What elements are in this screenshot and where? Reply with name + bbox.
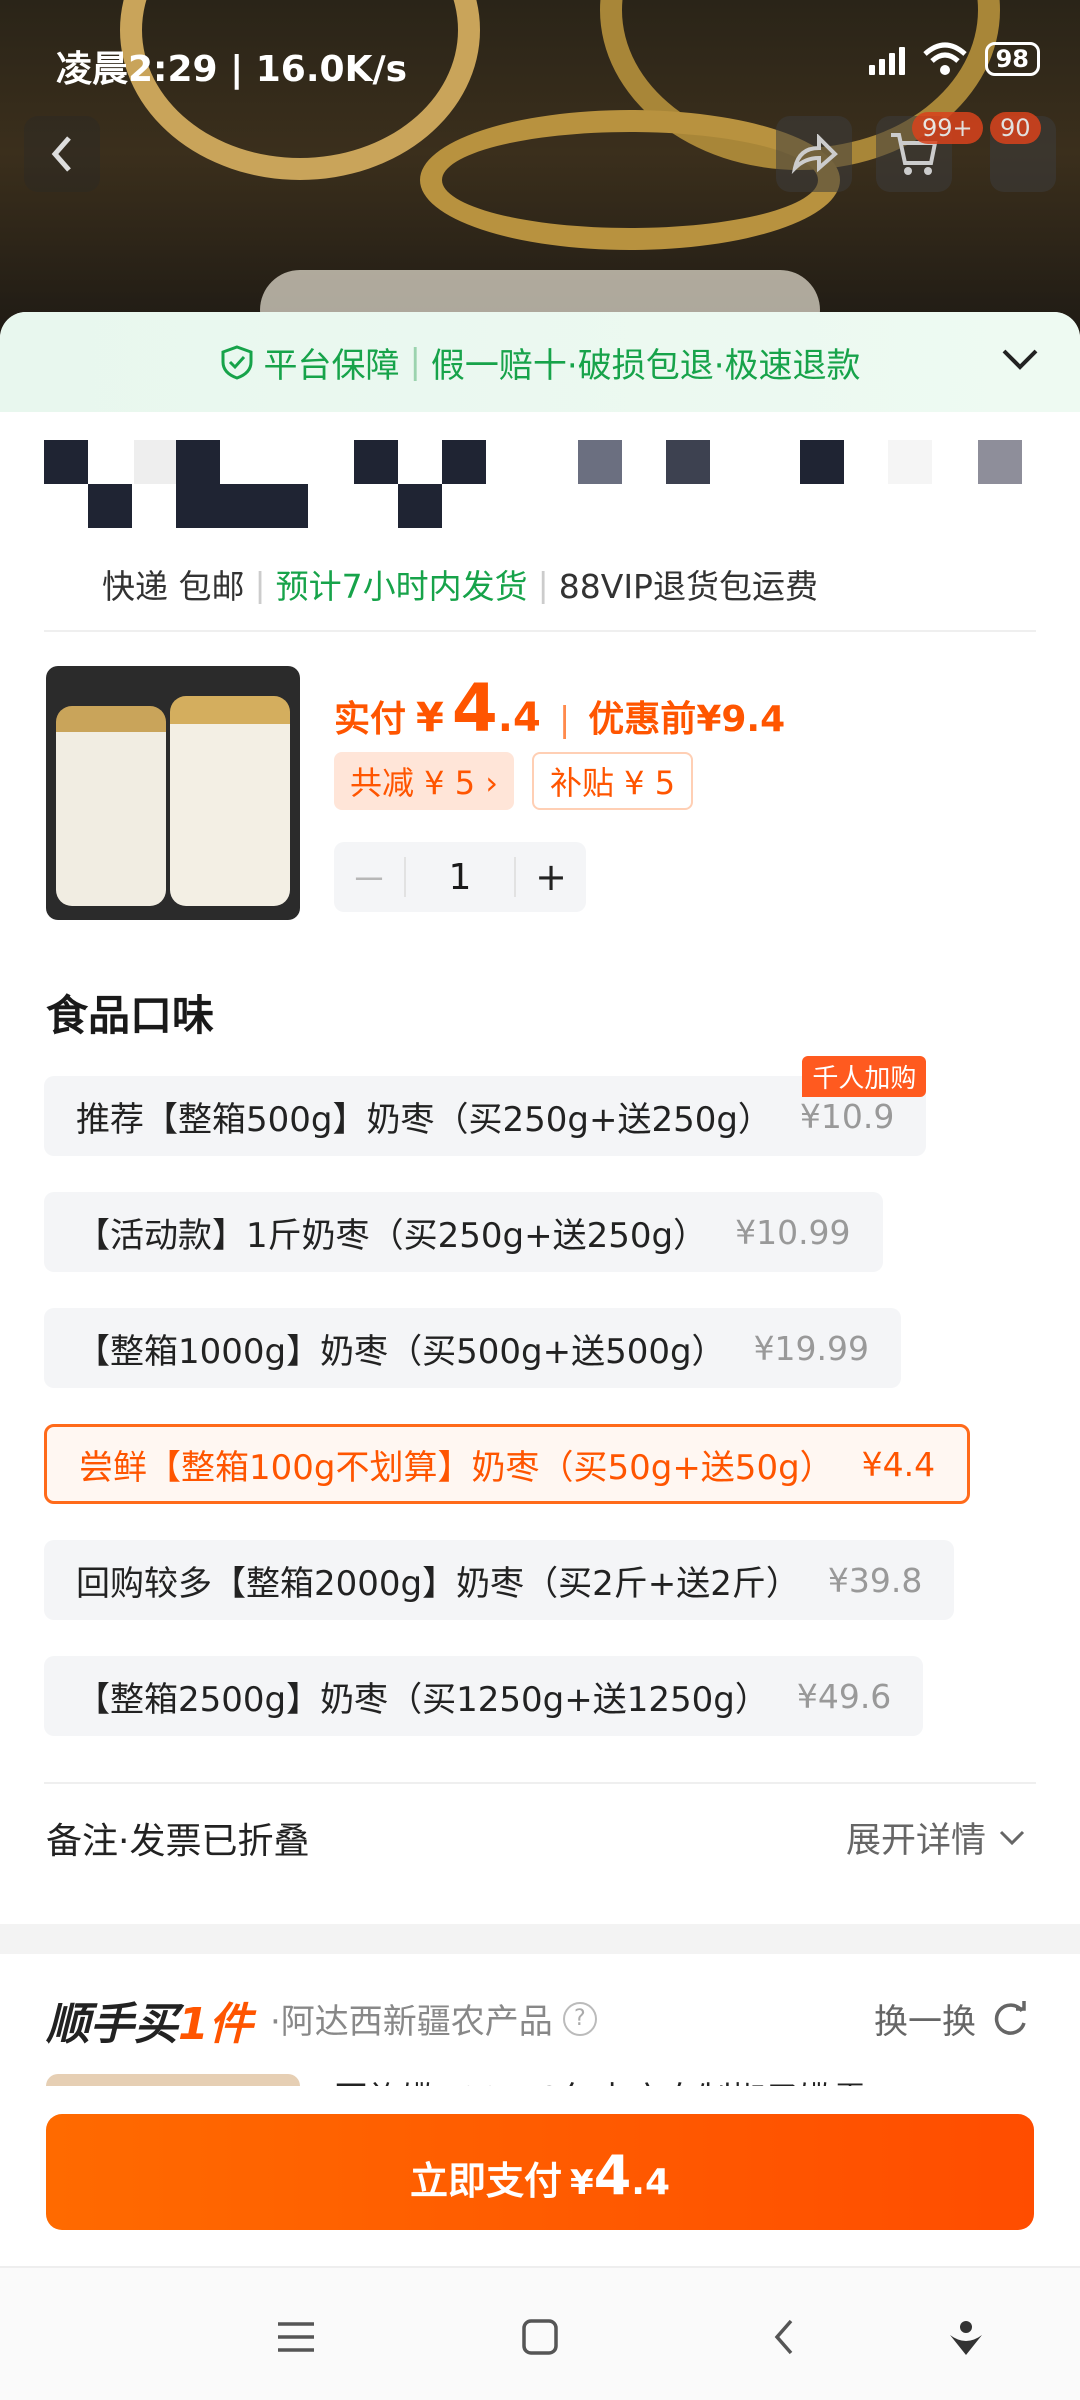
remark-label: 备注·发票已折叠 <box>46 1821 310 1862</box>
wifi-icon <box>922 42 967 75</box>
chevron-down-icon <box>999 1830 1025 1845</box>
option-label: 回购较多【整箱2000g】奶枣（买2斤+送2斤） <box>76 1563 800 1604</box>
guarantee-text: 假一赔十·破损包退·极速退款 <box>430 345 861 386</box>
option-label: 【整箱1000g】奶枣（买500g+送500g） <box>76 1331 726 1372</box>
pay-label: 立即支付 <box>410 2159 563 2203</box>
signal-icon <box>868 43 905 75</box>
redacted-address <box>44 440 1034 540</box>
flavor-option[interactable]: 【活动款】1斤奶枣（买250g+送250g） ¥10.99 <box>44 1192 883 1272</box>
pay-bar: 立即支付 ¥ 4 .4 <box>0 2086 1080 2266</box>
chevron-down-icon <box>1002 349 1038 370</box>
menu-icon <box>278 2322 314 2352</box>
refresh-icon <box>994 2000 1026 2035</box>
swap-button[interactable]: 换一换 <box>874 1994 1030 2043</box>
currency-symbol: ¥ <box>416 695 444 741</box>
order-sheet: 平台保障 | 假一赔十·破损包退·极速退款 快递 包邮 | 预计7小时内发货 |… <box>0 312 1080 1932</box>
swap-label: 换一换 <box>874 2002 976 2042</box>
option-price: ¥10.99 <box>735 1212 851 1252</box>
before-label: 优惠前 <box>588 699 697 740</box>
delivery-eta: 预计7小时内发货 <box>275 567 528 606</box>
back-nav-button[interactable] <box>754 2312 814 2362</box>
option-price: ¥19.99 <box>753 1328 870 1368</box>
share-icon <box>791 134 838 174</box>
cart-badge: 99+ <box>912 112 983 144</box>
battery-indicator: 98 <box>984 42 1040 76</box>
option-label: 尝鲜【整箱100g不划算】奶枣（买50g+送50g） <box>79 1447 834 1488</box>
flavor-title: 食品口味 <box>46 991 215 1040</box>
system-nav-bar <box>0 2266 1080 2400</box>
option-label: 推荐【整箱500g】奶枣（买250g+送250g） <box>76 1099 772 1140</box>
subsidy-chip: 补贴 ¥ 5 <box>532 752 694 810</box>
status-bar: 凌晨2:29 | 16.0K/s 98 <box>0 0 1080 120</box>
pay-now-button[interactable]: 立即支付 ¥ 4 .4 <box>46 2114 1034 2230</box>
cart-button[interactable]: 99+ <box>876 112 983 192</box>
paid-label: 实付 <box>334 699 407 740</box>
product-thumbnail[interactable] <box>46 666 300 920</box>
menu-nav-button[interactable] <box>266 2312 326 2362</box>
return-policy: 88VIP退货包运费 <box>558 567 818 606</box>
decrease-button[interactable]: － <box>334 842 404 912</box>
assistant-nav-button[interactable] <box>936 2312 996 2362</box>
expand-details-button[interactable]: 展开详情 <box>846 1812 1026 1863</box>
price-decimal: .4 <box>497 695 541 741</box>
option-label: 【整箱2500g】奶枣（买1250g+送1250g） <box>76 1679 769 1720</box>
message-badge: 90 <box>990 112 1041 144</box>
quantity-value[interactable]: 1 <box>404 857 516 898</box>
increase-button[interactable]: + <box>516 842 586 912</box>
home-nav-button[interactable] <box>510 2312 570 2362</box>
price-integer: 4 <box>451 670 498 747</box>
home-square-icon <box>522 2319 558 2355</box>
chevron-left-icon <box>51 136 71 172</box>
pay-currency: ¥ <box>570 2163 594 2203</box>
guarantee-label: 平台保障 <box>263 345 400 386</box>
help-icon[interactable]: ? <box>562 2001 597 2036</box>
option-price: ¥39.8 <box>827 1560 923 1600</box>
more-button[interactable]: 90 <box>990 112 1056 192</box>
quantity-stepper: － 1 + <box>334 842 586 912</box>
shield-check-icon <box>221 345 253 380</box>
assistant-icon <box>950 2321 982 2355</box>
option-price: ¥4.4 <box>861 1444 936 1484</box>
hot-tag: 千人加购 <box>802 1056 927 1097</box>
option-price: ¥10.9 <box>799 1096 895 1136</box>
expand-label: 展开详情 <box>845 1821 986 1861</box>
guarantee-banner: 平台保障 | 假一赔十·破损包退·极速退款 <box>0 312 1080 412</box>
back-triangle-icon <box>774 2319 793 2355</box>
before-price: ¥9.4 <box>696 699 786 740</box>
collapse-button[interactable] <box>1000 342 1040 382</box>
addon-store: ·阿达西新疆农产品 ? <box>270 1994 597 2043</box>
back-button[interactable] <box>24 116 100 192</box>
pay-amount-dec: .4 <box>631 2162 670 2203</box>
flavor-option[interactable]: 【整箱1000g】奶枣（买500g+送500g） ¥19.99 <box>44 1308 902 1388</box>
share-button[interactable] <box>776 116 852 192</box>
flavor-option[interactable]: 【整箱2500g】奶枣（买1250g+送1250g） ¥49.6 <box>44 1656 924 1736</box>
addon-brand: 顺手买1件 <box>46 1999 253 2050</box>
discount-chip[interactable]: 共减 ¥ 5 › <box>334 752 515 810</box>
flavor-option[interactable]: 回购较多【整箱2000g】奶枣（买2斤+送2斤） ¥39.8 <box>44 1540 955 1620</box>
price-summary: 实付 ¥ 4 .4 | 优惠前 ¥9.4 <box>334 670 786 747</box>
delivery-info: 快递 包邮 | 预计7小时内发货 | 88VIP退货包运费 <box>102 560 818 608</box>
status-time: 凌晨2:29 | 16.0K/s <box>56 49 408 90</box>
flavor-option[interactable]: 推荐【整箱500g】奶枣（买250g+送250g） ¥10.9 千人加购 <box>44 1056 927 1156</box>
option-label: 【活动款】1斤奶枣（买250g+送250g） <box>76 1215 708 1256</box>
option-price: ¥49.6 <box>796 1676 892 1716</box>
flavor-option-selected[interactable]: 尝鲜【整箱100g不划算】奶枣（买50g+送50g） ¥4.4 <box>44 1424 971 1504</box>
pay-amount-int: 4 <box>593 2144 632 2207</box>
delivery-method: 快递 包邮 <box>102 567 245 606</box>
